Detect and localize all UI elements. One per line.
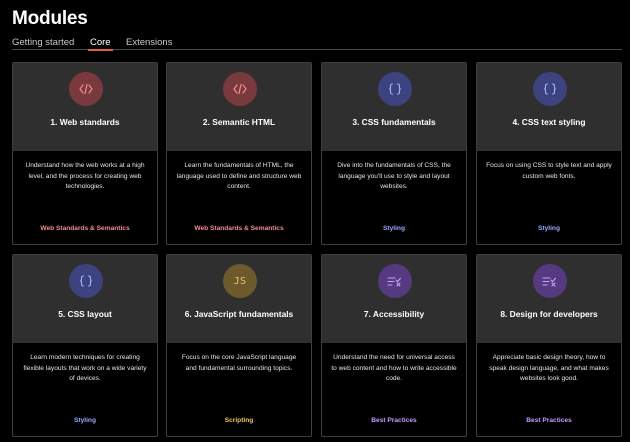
card-description: Learn modern techniques for creating fle…	[23, 354, 147, 383]
tab-bar: Getting started Core Extensions	[12, 37, 622, 51]
module-card-accessibility[interactable]: 7. Accessibility Understand the need for…	[321, 254, 467, 437]
js-icon-label: JS	[233, 275, 247, 287]
card-header: 1. Web standards	[13, 63, 157, 151]
code-icon	[223, 72, 257, 106]
card-title: 6. JavaScript fundamentals	[184, 309, 294, 319]
js-icon: JS	[223, 264, 257, 298]
page-title: Modules	[12, 8, 88, 29]
card-title: 8. Design for developers	[500, 309, 598, 319]
card-title: 4. CSS text styling	[512, 117, 586, 127]
card-header: JS 6. JavaScript fundamentals	[167, 255, 311, 343]
card-header: 5. CSS layout	[13, 255, 157, 343]
checklist-icon	[533, 264, 567, 298]
module-card-design-for-developers[interactable]: 8. Design for developers Appreciate basi…	[476, 254, 622, 437]
card-title: 3. CSS fundamentals	[352, 117, 436, 127]
card-title: 1. Web standards	[50, 117, 120, 127]
card-header: 3. CSS fundamentals	[322, 63, 466, 151]
card-title: 5. CSS layout	[58, 309, 112, 319]
card-header: 4. CSS text styling	[477, 63, 621, 151]
card-description: Learn the fundamentals of HTML, the lang…	[176, 162, 302, 191]
card-header: 7. Accessibility	[322, 255, 466, 343]
module-card-css-text-styling[interactable]: 4. CSS text styling Focus on using CSS t…	[476, 62, 622, 245]
module-card-web-standards[interactable]: 1. Web standards Understand how the web …	[12, 62, 158, 245]
card-header: 8. Design for developers	[477, 255, 621, 343]
card-description: Focus on using CSS to style text and app…	[486, 162, 612, 180]
card-tag: Web Standards & Semantics	[40, 225, 130, 232]
card-header: 2. Semantic HTML	[167, 63, 311, 151]
card-tag: Scripting	[224, 417, 254, 424]
card-title: 2. Semantic HTML	[202, 117, 276, 127]
card-tag: Web Standards & Semantics	[194, 225, 284, 232]
braces-icon	[533, 72, 567, 106]
module-card-css-fundamentals[interactable]: 3. CSS fundamentals Dive into the fundam…	[321, 62, 467, 245]
braces-icon	[378, 72, 412, 106]
checklist-icon	[378, 264, 412, 298]
card-tag: Styling	[383, 225, 405, 232]
tab-extensions[interactable]: Extensions	[126, 37, 172, 48]
code-icon	[69, 72, 103, 106]
braces-icon	[69, 264, 103, 298]
card-description: Understand the need for universal access…	[331, 354, 457, 383]
card-tag: Best Practices	[526, 417, 572, 424]
card-tag: Best Practices	[371, 417, 417, 424]
card-description: Understand how the web works at a high l…	[25, 162, 145, 191]
card-tag: Styling	[74, 417, 96, 424]
card-description: Appreciate basic design theory, how to s…	[489, 354, 609, 383]
card-tag: Styling	[538, 225, 560, 232]
card-title: 7. Accessibility	[363, 309, 425, 319]
module-card-semantic-html[interactable]: 2. Semantic HTML Learn the fundamentals …	[166, 62, 312, 245]
module-card-css-layout[interactable]: 5. CSS layout Learn modern techniques fo…	[12, 254, 158, 437]
module-card-javascript-fundamentals[interactable]: JS 6. JavaScript fundamentals Focus on t…	[166, 254, 312, 437]
card-description: Dive into the fundamentals of CSS, the l…	[337, 162, 451, 191]
tab-core[interactable]: Core	[88, 37, 113, 51]
card-description: Focus on the core JavaScript language an…	[181, 354, 297, 372]
tab-getting-started[interactable]: Getting started	[12, 37, 74, 48]
